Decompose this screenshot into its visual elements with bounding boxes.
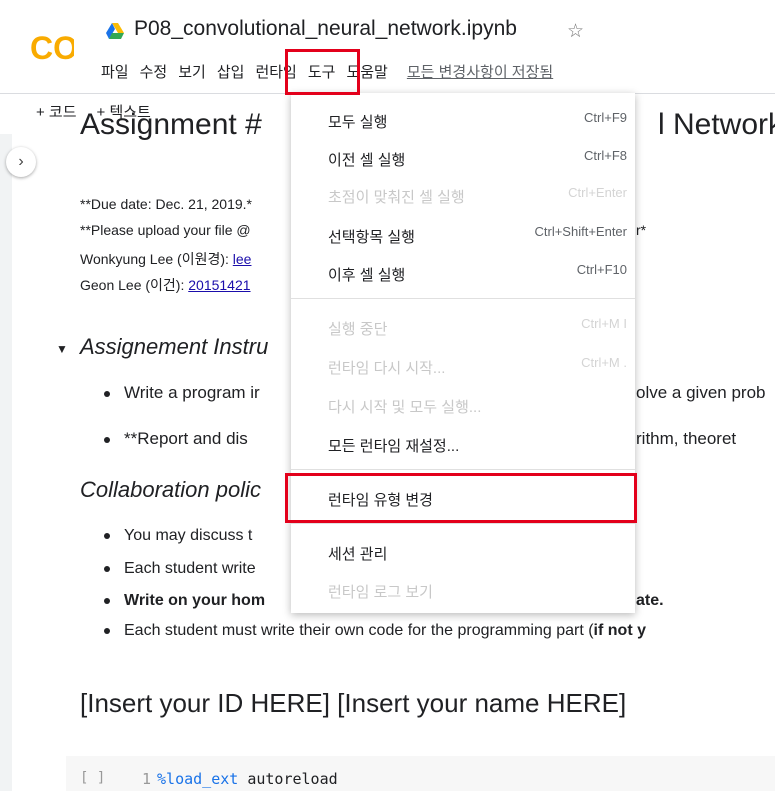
shortcut-run-all: Ctrl+F9 <box>584 110 627 125</box>
upload-text: **Please upload your file @ <box>80 222 251 238</box>
bullet-text: Write on your hom <box>124 592 266 609</box>
menu-view[interactable]: 보기 <box>177 60 207 86</box>
run-cell-button[interactable]: [ ] <box>80 770 105 786</box>
collab-bullet: Each student must write their own code f… <box>104 622 646 640</box>
notebook-title[interactable]: P08_convolutional_neural_network.ipynb <box>134 17 517 41</box>
shortcut-run-focused: Ctrl+Enter <box>568 185 627 200</box>
shortcut-run-after: Ctrl+F10 <box>576 262 627 277</box>
menu-file[interactable]: 파일 <box>100 60 130 86</box>
collab-bullet: Each student write <box>104 560 256 578</box>
menu-edit[interactable]: 수정 <box>139 60 169 86</box>
code-arg: autoreload <box>238 770 338 788</box>
ta-line-2: Geon Lee (이건): 20151421 <box>80 275 251 295</box>
highlight-change-runtime-type <box>285 473 637 523</box>
code-line[interactable]: 1 %load_ext autoreload <box>142 770 338 788</box>
bullet-text: You may discuss t <box>124 527 253 544</box>
menu-item-run-focused: 초점이 맞춰진 셀 실행 <box>328 189 465 206</box>
menu-separator <box>291 469 635 470</box>
bullet-text: Each student write <box>124 560 256 577</box>
add-code-button[interactable]: + 코드 <box>36 101 77 122</box>
bullet-text: Write a program ir <box>124 383 260 402</box>
collab-bullet: Write on your hom <box>104 592 265 610</box>
collapse-section-icon[interactable]: ▼ <box>56 342 68 356</box>
menu-item-restart: 런타임 다시 시작... <box>328 360 446 377</box>
left-sidebar <box>0 134 12 791</box>
menu-item-factory-reset[interactable]: 모든 런타임 재설정... <box>328 435 459 456</box>
colab-logo[interactable]: CO <box>30 28 74 68</box>
bullet-text-tail: olve a given prob <box>636 383 766 402</box>
menu-item-view-runtime-logs: 런타임 로그 보기 <box>328 584 433 601</box>
menu-insert[interactable]: 삽입 <box>216 60 246 86</box>
insert-id-heading: [Insert your ID HERE] [Insert your name … <box>80 688 627 718</box>
line-number: 1 <box>142 770 152 788</box>
expand-sidebar-button[interactable]: › <box>6 147 36 177</box>
collab-bullet: You may discuss t <box>104 527 252 545</box>
bullet-text: **Report and dis <box>124 429 248 448</box>
instructions-heading: Assignement Instru <box>80 334 269 359</box>
bullet-text: Each student must write their own code f… <box>124 622 594 639</box>
shortcut-run-selection: Ctrl+Shift+Enter <box>534 224 628 239</box>
assignment-heading: Assignment # <box>80 108 262 141</box>
ta-name-2: Geon Lee (이건): <box>80 277 189 293</box>
bullet-text-tail: rithm, theoret <box>636 429 737 448</box>
bullet-item: Write a program ir <box>104 383 260 403</box>
due-date-text: **Due date: Dec. 21, 2019.* <box>80 196 253 212</box>
menu-separator <box>291 298 635 299</box>
shortcut-interrupt: Ctrl+M I <box>581 316 627 331</box>
assignment-heading-tail: l Network <box>658 108 775 141</box>
menu-item-manage-sessions[interactable]: 세션 관리 <box>328 543 387 564</box>
menu-item-run-before[interactable]: 이전 셀 실행 <box>328 149 405 170</box>
menu-item-run-all[interactable]: 모두 실행 <box>328 111 387 132</box>
runtime-dropdown-menu: 모두 실행 Ctrl+F9 이전 셀 실행 Ctrl+F8 초점이 맞춰진 셀 … <box>291 93 635 613</box>
ta-email-link-1[interactable]: lee <box>233 251 252 267</box>
highlight-runtime-menu <box>285 49 360 95</box>
ta-name-1: Wonkyung Lee (이원경): <box>80 251 233 267</box>
save-status-link[interactable]: 모든 변경사항이 저장됨 <box>406 60 554 86</box>
menu-separator <box>291 523 635 524</box>
code-magic: %load_ext <box>157 770 239 788</box>
ta-line-1: Wonkyung Lee (이원경): lee <box>80 249 251 269</box>
menu-item-interrupt: 실행 중단 <box>328 321 388 338</box>
google-drive-icon[interactable] <box>106 23 124 39</box>
menu-item-run-after[interactable]: 이후 셀 실행 <box>328 264 405 285</box>
bullet-bold-text: if not y <box>593 622 646 639</box>
menu-item-run-selection[interactable]: 선택항목 실행 <box>328 226 415 247</box>
upload-text-tail: r* <box>636 222 647 238</box>
bullet-item: **Report and dis <box>104 429 248 449</box>
ta-email-link-2[interactable]: 20151421 <box>188 277 250 293</box>
shortcut-restart: Ctrl+M . <box>581 355 627 370</box>
star-icon[interactable]: ☆ <box>567 20 584 43</box>
svg-text:CO: CO <box>30 30 74 66</box>
shortcut-run-before: Ctrl+F8 <box>584 148 627 163</box>
menu-item-restart-run-all: 다시 시작 및 모두 실행... <box>328 399 482 416</box>
collaboration-heading: Collaboration polic <box>80 477 261 502</box>
collab-bullet-tail: ate. <box>636 592 664 609</box>
